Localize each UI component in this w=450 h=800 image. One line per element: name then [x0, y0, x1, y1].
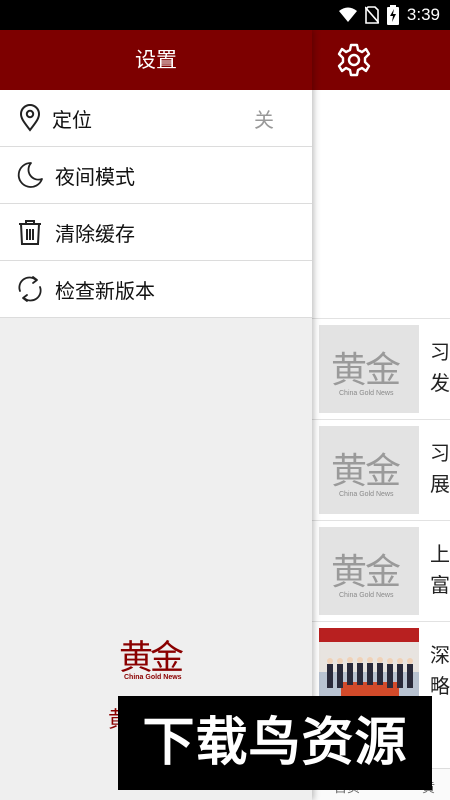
thumb-logo: 黄金: [331, 350, 401, 391]
thumb-logo: 黄金: [331, 552, 401, 593]
menu-item-clear-cache[interactable]: 清除缓存: [0, 204, 312, 261]
menu-label-location: 定位: [52, 107, 92, 132]
battery-charging-icon: [386, 5, 399, 25]
news-thumbnail: 黄金 China Gold News: [319, 527, 419, 615]
trash-icon: [19, 220, 41, 245]
no-sim-icon: [364, 6, 379, 24]
thumb-logo-sub: China Gold News: [339, 390, 394, 397]
menu-item-check-update[interactable]: 检查新版本: [0, 261, 312, 318]
location-status: 关: [254, 107, 274, 132]
menu-label-night-mode: 夜间模式: [55, 164, 135, 189]
news-thumbnail: 黄金 China Gold News: [319, 325, 419, 413]
settings-menu: 定位 关 夜间模式 清除缓存 检查新版本: [0, 90, 312, 318]
main-header: [312, 30, 450, 90]
gear-icon: [337, 43, 371, 77]
moon-icon: [17, 162, 43, 188]
settings-drawer: 设置 定位 关 夜间模式 清除缓存 检查新版本 黄金 China Gold Ne…: [0, 30, 312, 800]
news-item[interactable]: 黄金 China Gold News 习 发: [312, 318, 450, 419]
wifi-icon: [338, 7, 357, 22]
news-title: 上 富: [430, 542, 450, 597]
news-thumbnail: 黄金 China Gold News: [319, 426, 419, 514]
news-item[interactable]: 黄金 China Gold News 习 展: [312, 419, 450, 520]
news-item[interactable]: 黄金 China Gold News 上 富: [312, 520, 450, 621]
news-title: 习 发: [430, 340, 450, 395]
clock: 3:39: [406, 5, 440, 24]
news-title: 深 略: [430, 643, 450, 698]
status-bar: 3:39: [0, 0, 450, 30]
menu-label-clear-cache: 清除缓存: [55, 221, 135, 246]
menu-item-night-mode[interactable]: 夜间模式: [0, 147, 312, 204]
refresh-icon: [18, 276, 42, 302]
brand-logo-sub: China Gold News: [124, 674, 182, 681]
location-pin-icon: [19, 104, 41, 132]
thumb-logo: 黄金: [331, 451, 401, 492]
brand-logo-text: 黄金: [119, 638, 184, 678]
status-icons: 3:39: [338, 5, 440, 25]
brand-logo: 黄金 China Gold News: [116, 630, 196, 690]
drawer-title: 设置: [0, 30, 312, 90]
main-panel: 黄金 China Gold News 习 发 黄金 China Gold New…: [312, 30, 450, 800]
thumb-logo-sub: China Gold News: [339, 592, 394, 599]
settings-button[interactable]: [336, 42, 372, 78]
watermark: 下载鸟资源: [118, 696, 432, 790]
menu-label-check-update: 检查新版本: [55, 278, 155, 303]
news-title: 习 展: [430, 441, 450, 496]
thumb-logo-sub: China Gold News: [339, 491, 394, 498]
menu-item-location[interactable]: 定位 关: [0, 90, 312, 147]
